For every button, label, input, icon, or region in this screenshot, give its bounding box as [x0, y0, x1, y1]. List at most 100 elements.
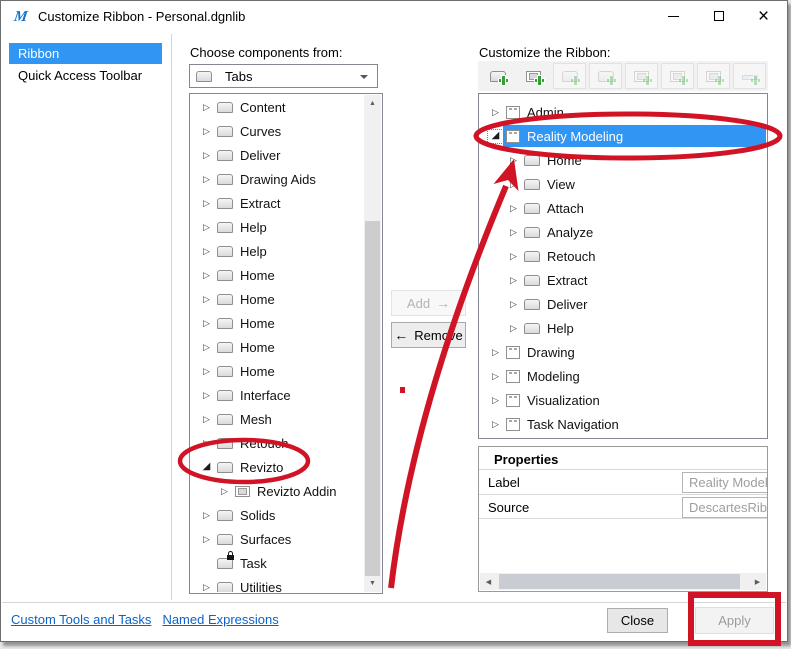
add-button[interactable]: Add → — [391, 290, 466, 316]
expand-icon[interactable] — [199, 389, 214, 402]
expand-icon[interactable] — [506, 178, 521, 191]
tree-item-content[interactable]: Content — [191, 95, 364, 119]
expand-icon[interactable] — [488, 370, 503, 383]
vertical-scrollbar[interactable]: ▲ ▼ — [364, 95, 381, 592]
tree-item-help[interactable]: Help — [191, 239, 364, 263]
tree-item-retouch[interactable]: Retouch — [480, 244, 766, 268]
tree-item-drawing-aids[interactable]: Drawing Aids — [191, 167, 364, 191]
components-source-dropdown[interactable]: Tabs — [189, 64, 378, 88]
scrollbar-thumb[interactable] — [499, 574, 740, 589]
expand-icon[interactable] — [199, 269, 214, 282]
tree-item-revizto-addin[interactable]: Revizto Addin — [191, 479, 364, 503]
tree-item-curves[interactable]: Curves — [191, 119, 364, 143]
expand-icon[interactable] — [199, 341, 214, 354]
named-expressions-link[interactable]: Named Expressions — [162, 612, 278, 627]
tree-item-label: Deliver — [547, 297, 587, 312]
tree-item-task[interactable]: Task — [191, 551, 364, 575]
expand-icon[interactable] — [199, 197, 214, 210]
expand-icon[interactable] — [199, 413, 214, 426]
expand-icon[interactable] — [199, 101, 214, 114]
expand-icon[interactable] — [488, 106, 503, 119]
tree-item-surfaces[interactable]: Surfaces — [191, 527, 364, 551]
expand-icon[interactable] — [506, 202, 521, 215]
expand-icon[interactable] — [488, 418, 503, 431]
tree-item-drawing[interactable]: Drawing — [480, 340, 766, 364]
tree-item-deliver[interactable]: Deliver — [191, 143, 364, 167]
tree-item-retouch[interactable]: Retouch — [191, 431, 364, 455]
tree-item-help[interactable]: Help — [191, 215, 364, 239]
tree-item-content: Home — [214, 264, 364, 286]
expand-icon[interactable] — [506, 274, 521, 287]
expand-icon[interactable] — [506, 226, 521, 239]
components-tree: ContentCurvesDeliverDrawing AidsExtractH… — [189, 93, 383, 594]
scroll-right-icon[interactable]: ▶ — [749, 573, 766, 590]
source-value-field[interactable]: DescartesRibb — [682, 497, 768, 518]
expand-icon[interactable] — [199, 581, 214, 593]
collapse-icon[interactable] — [199, 461, 214, 474]
tree-item-home[interactable]: Home — [480, 148, 766, 172]
tree-item-deliver[interactable]: Deliver — [480, 292, 766, 316]
scroll-down-icon[interactable]: ▼ — [364, 575, 381, 592]
tree-item-home[interactable]: Home — [191, 311, 364, 335]
scroll-left-icon[interactable]: ◀ — [480, 573, 497, 590]
expand-icon[interactable] — [506, 154, 521, 167]
maximize-button[interactable] — [696, 1, 741, 31]
horizontal-scrollbar[interactable]: ◀ ▶ — [480, 573, 766, 590]
expand-icon[interactable] — [506, 298, 521, 311]
tree-item-revizto[interactable]: Revizto — [191, 455, 364, 479]
scrollbar-thumb[interactable] — [365, 221, 380, 576]
tree-item-attach[interactable]: Attach — [480, 196, 766, 220]
tree-item-admin[interactable]: Admin — [480, 100, 766, 124]
close-window-button[interactable] — [741, 1, 786, 31]
tree-item-extract[interactable]: Extract — [480, 268, 766, 292]
expand-icon[interactable] — [199, 221, 214, 234]
tree-item-label: Retouch — [547, 249, 595, 264]
sidebar-item-quick-access-toolbar[interactable]: Quick Access Toolbar — [9, 65, 162, 86]
tree-item-home[interactable]: Home — [191, 287, 364, 311]
expand-icon[interactable] — [488, 394, 503, 407]
scroll-up-icon[interactable]: ▲ — [364, 95, 381, 112]
customize-ribbon-label: Customize the Ribbon: — [479, 45, 611, 60]
expand-icon[interactable] — [199, 293, 214, 306]
tree-item-view[interactable]: View — [480, 172, 766, 196]
tree-item-home[interactable]: Home — [191, 359, 364, 383]
close-button[interactable]: Close — [607, 608, 668, 633]
expand-icon[interactable] — [217, 485, 232, 498]
expand-icon[interactable] — [199, 173, 214, 186]
apply-button[interactable]: Apply — [695, 607, 774, 634]
expand-icon[interactable] — [199, 365, 214, 378]
add-group-button[interactable] — [517, 63, 550, 89]
tree-item-help[interactable]: Help — [480, 316, 766, 340]
expand-icon[interactable] — [199, 533, 214, 546]
tree-item-utilities[interactable]: Utilities — [191, 575, 364, 592]
tree-item-mesh[interactable]: Mesh — [191, 407, 364, 431]
choose-components-label: Choose components from: — [190, 45, 342, 60]
tree-item-reality-modeling[interactable]: Reality Modeling — [480, 124, 766, 148]
tree-item-visualization[interactable]: Visualization — [480, 388, 766, 412]
tree-item-home[interactable]: Home — [191, 335, 364, 359]
tree-item-home[interactable]: Home — [191, 263, 364, 287]
label-value-field[interactable]: Reality Modeli — [682, 472, 768, 493]
tree-item-interface[interactable]: Interface — [191, 383, 364, 407]
remove-button[interactable]: ← Remove — [391, 322, 466, 348]
expand-icon[interactable] — [199, 125, 214, 138]
expand-icon[interactable] — [199, 437, 214, 450]
expand-icon[interactable] — [199, 317, 214, 330]
minimize-button[interactable] — [651, 1, 696, 31]
custom-tools-and-tasks-link[interactable]: Custom Tools and Tasks — [11, 612, 151, 627]
tree-item-extract[interactable]: Extract — [191, 191, 364, 215]
tree-item-solids[interactable]: Solids — [191, 503, 364, 527]
sidebar-item-ribbon[interactable]: Ribbon — [9, 43, 162, 64]
tree-item-analyze[interactable]: Analyze — [480, 220, 766, 244]
expand-icon[interactable] — [199, 149, 214, 162]
expand-icon[interactable] — [506, 322, 521, 335]
arrow-right-icon: → — [436, 296, 450, 310]
collapse-icon[interactable] — [488, 130, 503, 143]
expand-icon[interactable] — [199, 509, 214, 522]
add-tab-button[interactable] — [481, 63, 514, 89]
expand-icon[interactable] — [199, 245, 214, 258]
tree-item-modeling[interactable]: Modeling — [480, 364, 766, 388]
tree-item-task-navigation[interactable]: Task Navigation — [480, 412, 766, 436]
expand-icon[interactable] — [506, 250, 521, 263]
expand-icon[interactable] — [488, 346, 503, 359]
